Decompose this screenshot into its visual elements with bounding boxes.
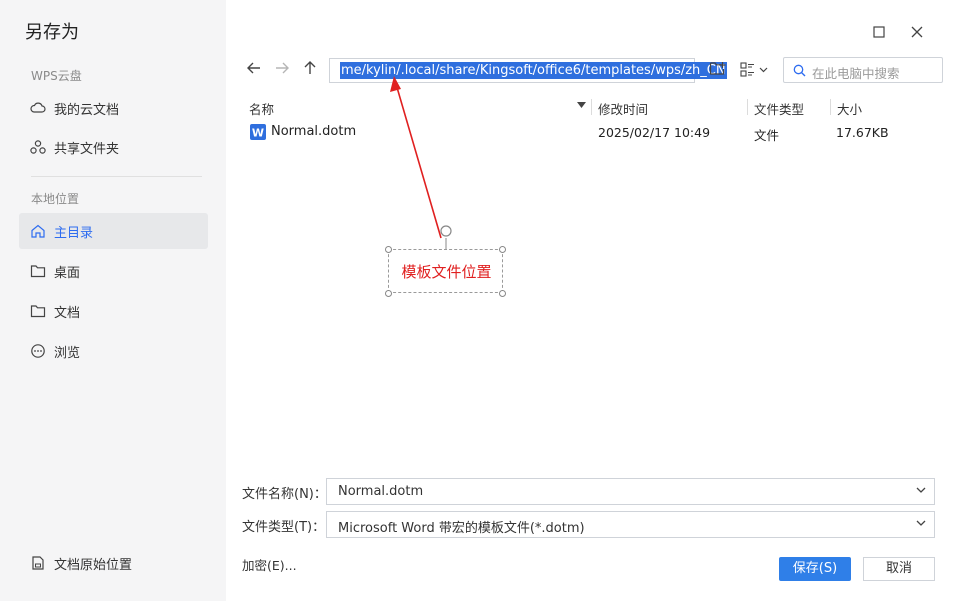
file-type: 文件 (754, 128, 780, 143)
new-folder-icon (709, 62, 725, 75)
annotation-text: 模板文件位置 (401, 263, 492, 281)
sidebar-item-desktop[interactable]: 桌面 (19, 253, 208, 289)
sidebar-item-original-location[interactable]: 文档原始位置 (19, 545, 208, 581)
column-separator (830, 99, 831, 115)
sidebar-item-label: 共享文件夹 (54, 142, 120, 157)
annotation-arrow (390, 76, 452, 249)
sidebar: 另存为 WPS云盘 我的云文档 共享文件夹 本地位置 主目录 桌面 文档 浏览 … (0, 0, 226, 601)
resize-handle (499, 290, 506, 297)
svg-text:W: W (252, 127, 264, 140)
column-separator (747, 99, 748, 115)
file-modified: 2025/02/17 10:49 (598, 125, 711, 140)
cloud-icon (30, 102, 46, 113)
sort-desc-icon[interactable] (577, 102, 586, 108)
resize-handle (499, 246, 506, 253)
sidebar-item-label: 我的云文档 (54, 103, 120, 118)
arrow-up-icon (304, 61, 316, 74)
filetype-label: 文件类型(T)： (242, 520, 326, 535)
filetype-value: Microsoft Word 带宏的模板文件(*.dotm) (338, 521, 585, 536)
folder-icon (30, 305, 46, 318)
sidebar-divider (31, 176, 202, 177)
forward-button[interactable] (272, 60, 292, 80)
word-file-icon: W (250, 124, 266, 140)
sidebar-item-browse[interactable]: 浏览 (19, 333, 208, 369)
filename-value: Normal.dotm (338, 484, 424, 499)
sidebar-item-label: 文档 (54, 306, 81, 321)
filename-field[interactable]: Normal.dotm (326, 478, 935, 505)
column-header-type[interactable]: 文件类型 (754, 99, 804, 118)
file-name: Normal.dotm (271, 124, 357, 139)
sidebar-item-label: 文档原始位置 (54, 558, 133, 573)
sidebar-item-label: 主目录 (54, 226, 94, 241)
file-size: 17.67KB (836, 125, 889, 140)
sidebar-item-documents[interactable]: 文档 (19, 293, 208, 329)
column-header-size[interactable]: 大小 (837, 99, 862, 118)
cancel-button[interactable]: 取消 (863, 557, 935, 581)
column-header-modified[interactable]: 修改时间 (598, 99, 648, 118)
local-section-header: 本地位置 (31, 192, 80, 206)
maximize-button[interactable] (870, 24, 888, 42)
sidebar-item-home[interactable]: 主目录 (19, 213, 208, 249)
new-folder-button[interactable] (707, 60, 727, 80)
folder-icon (30, 265, 46, 278)
share-icon (30, 140, 46, 154)
resize-handle (385, 290, 392, 297)
sidebar-item-my-cloud-docs[interactable]: 我的云文档 (19, 90, 208, 126)
up-button[interactable] (300, 60, 320, 80)
search-placeholder: 在此电脑中搜索 (812, 66, 900, 81)
maximize-icon (873, 26, 885, 38)
more-circle-icon (31, 344, 45, 358)
dialog-title: 另存为 (25, 22, 79, 43)
close-icon (911, 26, 923, 38)
search-icon (793, 64, 806, 77)
filename-label: 文件名称(N)： (242, 487, 327, 502)
search-input[interactable]: 在此电脑中搜索 (783, 57, 943, 83)
sidebar-item-label: 桌面 (54, 266, 81, 281)
document-location-icon (32, 556, 44, 570)
sidebar-item-shared-folder[interactable]: 共享文件夹 (19, 129, 208, 165)
encrypt-link[interactable]: 加密(E)... (242, 555, 297, 574)
list-view-icon (740, 62, 768, 77)
sidebar-item-label: 浏览 (54, 346, 81, 361)
annotation-callout: 模板文件位置 (388, 249, 503, 293)
arrow-left-icon (247, 62, 260, 74)
column-header-name[interactable]: 名称 (249, 99, 274, 118)
table-row[interactable]: W Normal.dotm 2025/02/17 10:49 文件 17.67K… (242, 119, 942, 145)
filetype-select[interactable]: Microsoft Word 带宏的模板文件(*.dotm) (326, 511, 935, 538)
close-button[interactable] (908, 24, 926, 42)
chevron-down-icon[interactable] (914, 483, 928, 497)
save-button[interactable]: 保存(S) (779, 557, 851, 581)
column-separator (591, 99, 592, 115)
home-icon (31, 224, 45, 238)
cloud-section-header: WPS云盘 (31, 69, 82, 83)
chevron-down-icon[interactable] (914, 516, 928, 530)
back-button[interactable] (244, 60, 264, 80)
view-mode-button[interactable] (740, 61, 770, 79)
resize-handle (385, 246, 392, 253)
arrow-right-icon (276, 62, 289, 74)
